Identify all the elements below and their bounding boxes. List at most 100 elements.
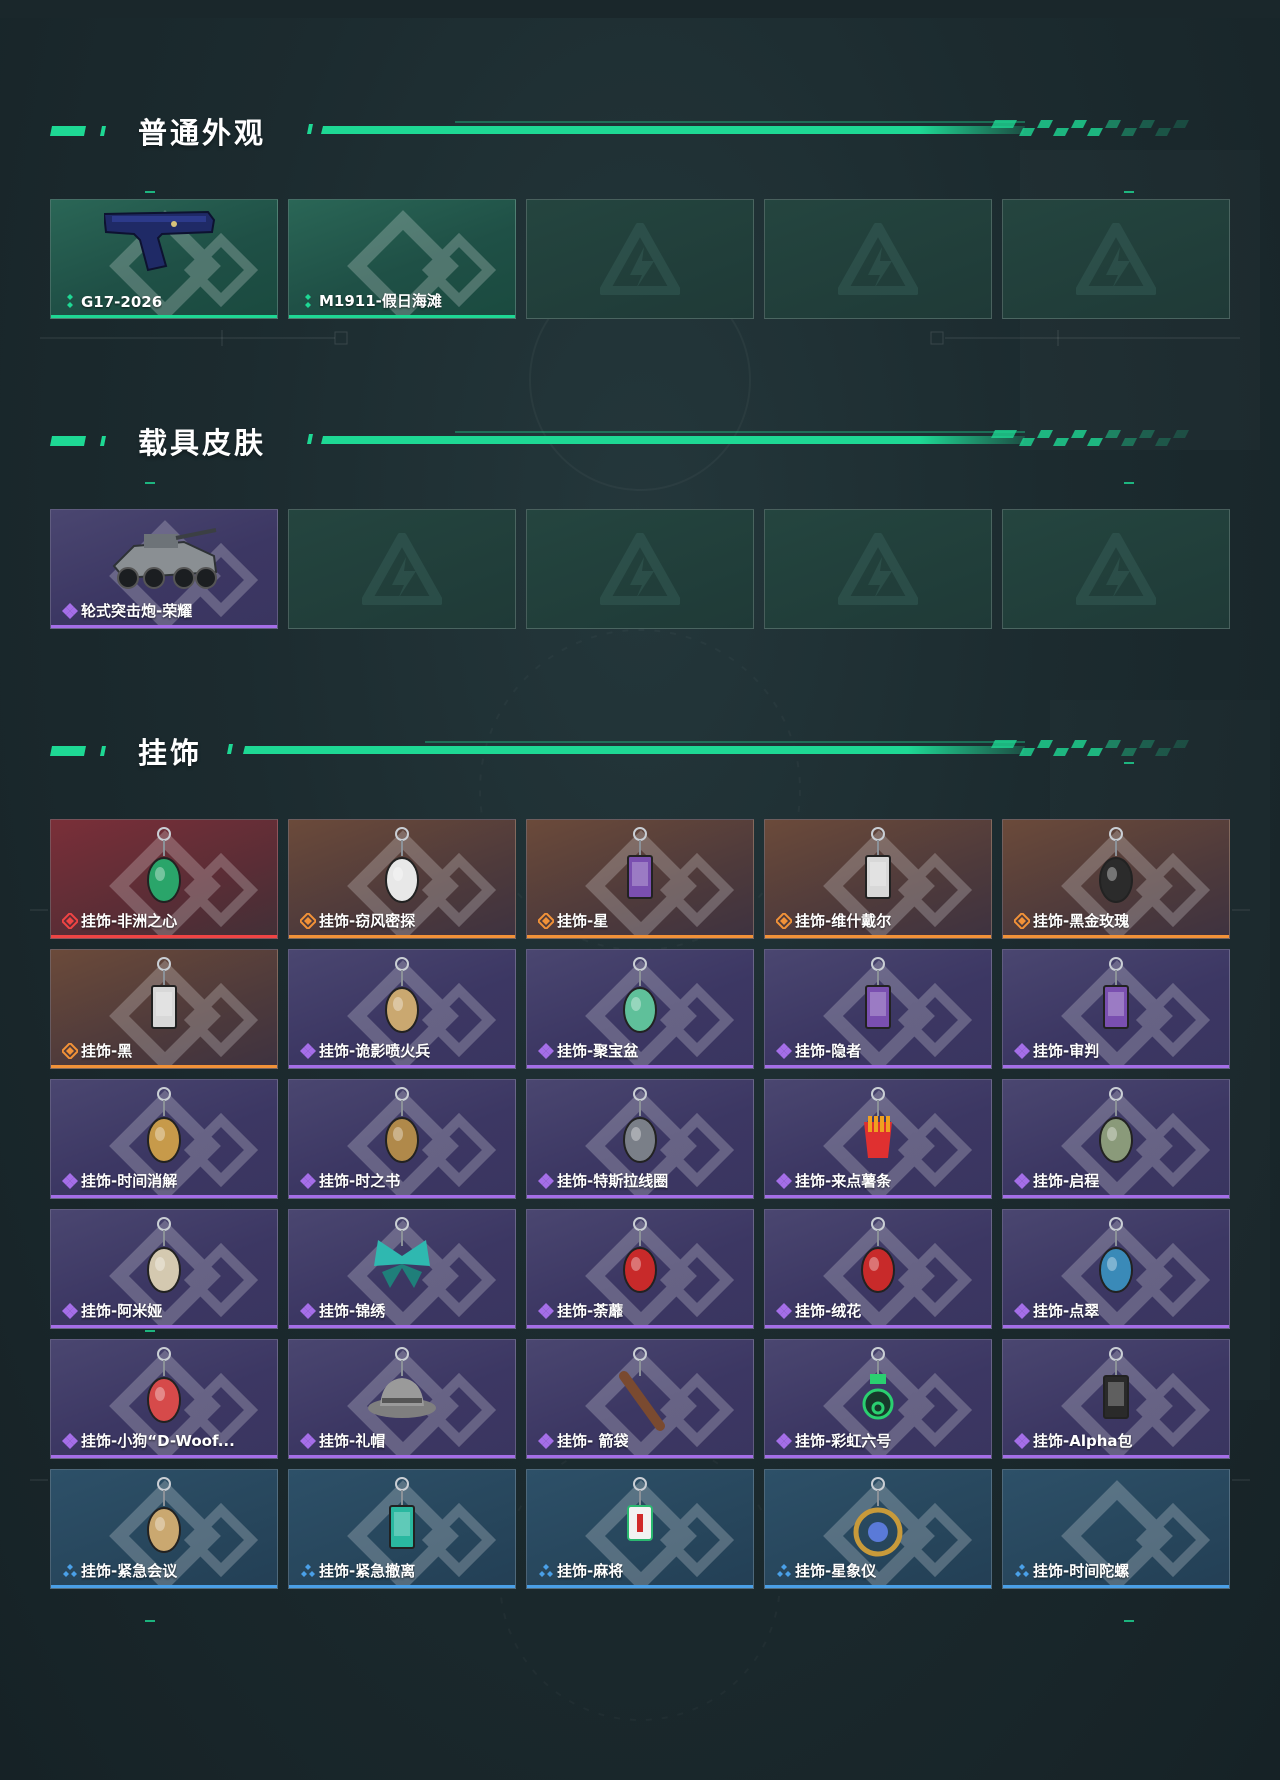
- empty-slot[interactable]: [764, 199, 992, 319]
- item-name: 挂饰-锦绣: [319, 1302, 386, 1320]
- empty-slot[interactable]: [526, 199, 754, 319]
- item-card[interactable]: 轮式突击炮-荣耀: [50, 509, 278, 629]
- item-name: 挂饰-非洲之心: [81, 912, 178, 930]
- quality-diamond-icon: [62, 603, 78, 619]
- quality-diamond-icon: [777, 1564, 791, 1577]
- item-card[interactable]: 挂饰-礼帽: [288, 1339, 516, 1459]
- item-name: 挂饰-黑: [81, 1042, 133, 1060]
- quality-bar: [765, 1065, 991, 1068]
- item-card[interactable]: 挂饰-启程: [1002, 1079, 1230, 1199]
- item-card[interactable]: 挂饰-黑: [50, 949, 278, 1069]
- quality-diamond-icon: [62, 1173, 78, 1189]
- quality-bar: [1003, 935, 1229, 938]
- empty-slot[interactable]: [288, 509, 516, 629]
- empty-slot[interactable]: [1002, 199, 1230, 319]
- quality-bar: [51, 1195, 277, 1198]
- header-progress-line-icon: [307, 430, 1189, 446]
- logo-watermark-icon: [1076, 223, 1156, 295]
- figure-charm-icon: [385, 957, 419, 1033]
- item-card[interactable]: 挂饰-星: [526, 819, 754, 939]
- quality-diamond-icon: [1014, 1173, 1030, 1189]
- item-card[interactable]: 挂饰-锦绣: [288, 1209, 516, 1329]
- flower-charm-icon: [861, 1217, 895, 1293]
- item-name: 轮式突击炮-荣耀: [81, 602, 193, 620]
- quality-bar: [51, 1585, 277, 1588]
- item-card[interactable]: 挂饰-隐者: [764, 949, 992, 1069]
- item-card[interactable]: 挂饰-麻将: [526, 1469, 754, 1589]
- item-card[interactable]: 挂饰-窃风密探: [288, 819, 516, 939]
- item-card[interactable]: 挂饰-诡影喷火兵: [288, 949, 516, 1069]
- empty-slot[interactable]: [1002, 509, 1230, 629]
- item-card[interactable]: 挂饰-维什戴尔: [764, 819, 992, 939]
- quality-diamond-icon: [1014, 1303, 1030, 1319]
- amulet-charm-icon: [147, 1087, 181, 1163]
- quality-bar: [289, 1195, 515, 1198]
- item-name: 挂饰-聚宝盆: [557, 1042, 639, 1060]
- quality-diamond-icon: [538, 1043, 554, 1059]
- quality-bar: [289, 935, 515, 938]
- item-card[interactable]: 挂饰-Alpha包: [1002, 1339, 1230, 1459]
- header-progress-line-icon: [307, 120, 1189, 136]
- item-card[interactable]: M1911-假日海滩: [288, 199, 516, 319]
- empty-slot[interactable]: [764, 509, 992, 629]
- coil-charm-icon: [623, 1087, 657, 1163]
- quality-bar: [527, 935, 753, 938]
- item-card[interactable]: 挂饰-绒花: [764, 1209, 992, 1329]
- mahjong-charm-icon: [627, 1477, 653, 1541]
- frame-charm-icon: [389, 1477, 415, 1549]
- item-name: 挂饰-星象仪: [795, 1562, 877, 1580]
- item-name: 挂饰-荼蘼: [557, 1302, 624, 1320]
- quality-diamond-icon: [776, 1433, 792, 1449]
- flower-charm-icon: [623, 1217, 657, 1293]
- item-card[interactable]: 挂饰-特斯拉线圈: [526, 1079, 754, 1199]
- item-card[interactable]: 挂饰-点翠: [1002, 1209, 1230, 1329]
- item-card[interactable]: 挂饰-星象仪: [764, 1469, 992, 1589]
- item-card[interactable]: 挂饰-非洲之心: [50, 819, 278, 939]
- quality-bar: [51, 1065, 277, 1068]
- item-card[interactable]: 挂饰-阿米娅: [50, 1209, 278, 1329]
- item-card[interactable]: 挂饰-时间陀螺: [1002, 1469, 1230, 1589]
- item-card[interactable]: 挂饰-紧急会议: [50, 1469, 278, 1589]
- empty-slot[interactable]: [526, 509, 754, 629]
- card-charm-icon: [865, 957, 891, 1029]
- bag-charm-icon: [1103, 1347, 1129, 1419]
- quality-diamond-icon: [538, 913, 554, 929]
- header-progress-line-icon: [227, 740, 1189, 756]
- section-header: 挂饰: [0, 728, 1280, 788]
- item-card[interactable]: 挂饰-荼蘼: [526, 1209, 754, 1329]
- quality-diamond-icon: [776, 1043, 792, 1059]
- item-name: 挂饰-来点薯条: [795, 1172, 892, 1190]
- dog-charm-icon: [147, 1347, 181, 1423]
- item-name: 挂饰-麻将: [557, 1562, 624, 1580]
- quality-diamond-icon: [301, 1564, 315, 1577]
- item-name: 挂饰-小狗“D-Woof...: [81, 1432, 235, 1450]
- item-card[interactable]: 挂饰-紧急撤离: [288, 1469, 516, 1589]
- item-card[interactable]: 挂饰-聚宝盆: [526, 949, 754, 1069]
- tag-charm-icon: [151, 957, 177, 1029]
- item-card[interactable]: 挂饰-来点薯条: [764, 1079, 992, 1199]
- item-card[interactable]: 挂饰-小狗“D-Woof...: [50, 1339, 278, 1459]
- header-left-dash-icon: [50, 746, 106, 756]
- item-name: 挂饰-维什戴尔: [795, 912, 892, 930]
- item-name: M1911-假日海滩: [319, 292, 442, 310]
- item-card[interactable]: 挂饰-黑金玫瑰: [1002, 819, 1230, 939]
- item-card[interactable]: G17-2026: [50, 199, 278, 319]
- quality-bar: [527, 1585, 753, 1588]
- item-card[interactable]: 挂饰-时之书: [288, 1079, 516, 1199]
- logo-watermark-icon: [600, 533, 680, 605]
- quality-bar: [51, 935, 277, 938]
- item-name: 挂饰-阿米娅: [81, 1302, 163, 1320]
- quality-bar: [527, 1195, 753, 1198]
- quality-diamond-icon: [300, 1043, 316, 1059]
- item-card[interactable]: 挂饰- 箭袋: [526, 1339, 754, 1459]
- item-card[interactable]: 挂饰-彩虹六号: [764, 1339, 992, 1459]
- quality-bar: [527, 1325, 753, 1328]
- gem-charm-icon: [147, 827, 181, 903]
- quality-diamond-icon: [1014, 913, 1030, 929]
- armored-vehicle-icon: [112, 528, 218, 589]
- item-card[interactable]: 挂饰-审判: [1002, 949, 1230, 1069]
- card-charm-icon: [1103, 957, 1129, 1029]
- quality-diamond-icon: [62, 913, 78, 929]
- item-card[interactable]: 挂饰-时间消解: [50, 1079, 278, 1199]
- section-title: 挂饰: [138, 736, 203, 770]
